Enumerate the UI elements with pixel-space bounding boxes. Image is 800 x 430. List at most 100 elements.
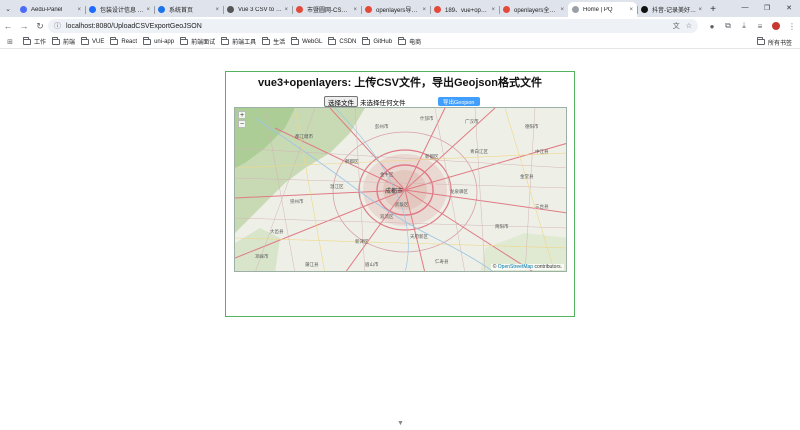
browser-tab[interactable]: 系统首页 × [154, 2, 223, 17]
map-view[interactable]: 成都市 郫都区 新都区 温江区 双流区 龙泉驿区 青白江区 彭州市 都江堰市 崇… [234, 107, 567, 272]
tab-close-icon[interactable]: × [284, 7, 288, 13]
map-label: 大邑县 [270, 228, 284, 235]
tab-title: 市暨圆网-CSDN博客 [307, 8, 351, 14]
maximize-icon[interactable]: ❐ [756, 0, 778, 15]
tab-close-icon[interactable]: × [629, 7, 633, 13]
bookmark-folder[interactable]: 工作 [23, 36, 47, 46]
browser-tab[interactable]: Aedu-Panel × [16, 2, 85, 17]
map-label: 三台县 [535, 203, 549, 210]
download-icon[interactable]: ⤓ [736, 18, 752, 34]
menu-icon[interactable]: ⋮ [784, 18, 800, 34]
folder-icon [328, 36, 337, 45]
bookmark-folder[interactable]: 前端 [52, 36, 75, 46]
browser-tab[interactable]: 市暨圆网-CSDN博客× [292, 2, 361, 17]
bookmark-folder[interactable]: 生活 [262, 36, 285, 46]
zoom-in-button[interactable]: + [238, 111, 246, 119]
page-title: vue3+openlayers: 上传CSV文件，导出Geojson格式文件 [258, 77, 542, 89]
browser-tab[interactable]: openlayers导出CSV...× [361, 2, 430, 17]
apps-grid-icon[interactable]: ⊞ [3, 35, 17, 49]
export-geojson-button[interactable]: 导出Geojson [438, 97, 480, 106]
bookmark-folder[interactable]: 电商 [398, 36, 421, 46]
bookmark-label: 工作 [34, 40, 47, 46]
extensions-puzzle-icon[interactable]: ⧉ [720, 18, 736, 34]
bookmark-label: 前端面试 [191, 40, 216, 46]
bookmark-label: React [121, 38, 138, 45]
tab-close-icon[interactable]: × [215, 7, 219, 13]
bookmark-folder[interactable]: WebGL [291, 36, 323, 45]
zoom-controls: + − [238, 111, 246, 128]
extension-icon[interactable]: ● [704, 18, 720, 34]
tab-favicon-icon [158, 6, 165, 13]
all-bookmarks-label: 所有书签 [767, 40, 792, 47]
map-label: 都江堰市 [295, 133, 313, 140]
map-label: 郫都区 [345, 158, 359, 165]
profile-avatar[interactable] [772, 22, 780, 30]
all-bookmarks[interactable]: 所有书签 [756, 35, 792, 49]
minimize-icon[interactable]: — [734, 0, 756, 15]
back-icon[interactable]: ← [0, 18, 16, 34]
tab-favicon-icon [434, 6, 441, 13]
folder-icon [23, 36, 31, 45]
file-status-text: 未选择任何文件 [360, 99, 406, 107]
folder-icon [221, 36, 230, 45]
bookmark-folder[interactable]: 前端面试 [180, 36, 216, 46]
zoom-out-button[interactable]: − [238, 120, 246, 128]
tab-close-icon[interactable]: × [146, 7, 150, 13]
site-info-icon[interactable]: ⓘ [54, 21, 61, 31]
tab-favicon-icon [365, 6, 372, 13]
address-bar-actions: 文 ☆ [673, 19, 692, 33]
tab-close-icon[interactable]: × [353, 7, 357, 13]
forward-icon[interactable]: → [16, 18, 32, 34]
browser-tab[interactable]: openlayers全面... × [499, 2, 568, 17]
media-icon[interactable]: ≡ [752, 18, 768, 34]
close-window-icon[interactable]: ✕ [778, 0, 800, 15]
address-bar[interactable]: ⓘ localhost:8080/UploadCSVExportGeoJSON … [48, 19, 698, 33]
bookmarks-bar: ⊞ 工作 前端 VUE React uni-app 前端面试 前端工具 生活 WebGL CSDN… [0, 35, 800, 49]
map-label: 眉山市 [365, 261, 379, 268]
tab-close-icon[interactable]: × [698, 7, 702, 13]
tab-search-icon[interactable]: ⌄ [0, 1, 16, 17]
map-label: 温江区 [330, 183, 344, 190]
map-label: 新津区 [355, 238, 369, 245]
map-attribution: © OpenStreetMap contributors. [490, 264, 564, 270]
url-text[interactable]: localhost:8080/UploadCSVExportGeoJSON [66, 23, 202, 30]
browser-tab[interactable]: 189、vue+openlayers...× [430, 2, 499, 17]
tab-close-icon[interactable]: × [422, 7, 426, 13]
folder-icon [291, 36, 300, 45]
tab-favicon-icon [503, 6, 510, 13]
scroll-down-icon[interactable]: ▼ [397, 420, 404, 427]
attribution-suffix: contributors. [534, 264, 562, 270]
bookmark-label: CSDN [339, 38, 357, 45]
tab-list: Aedu-Panel×包装设计信息 - 飞书云...×系统首页×Vue 3 CS… [16, 0, 706, 17]
folder-icon [262, 36, 271, 45]
browser-tab[interactable]: Home | PQ × [568, 2, 637, 17]
tab-close-icon[interactable]: × [77, 7, 81, 13]
folder-icon [362, 36, 371, 45]
bookmark-folder[interactable]: GitHub [362, 36, 392, 45]
tab-title: Aedu-Panel [31, 6, 63, 13]
translate-icon[interactable]: 文 [673, 21, 680, 31]
bookmark-star-icon[interactable]: ☆ [686, 22, 692, 30]
new-tab-button[interactable]: + [706, 2, 720, 17]
browser-tab[interactable]: 包装设计信息 - 飞书云...× [85, 2, 154, 17]
folder-icon [398, 36, 407, 45]
bookmark-folder[interactable]: React [110, 36, 138, 45]
tab-close-icon[interactable]: × [491, 7, 495, 13]
choose-file-button[interactable]: 选择文件 [324, 96, 358, 107]
bookmark-folder[interactable]: uni-app [143, 36, 174, 45]
map-label: 仁寿县 [435, 258, 449, 265]
tab-title: 系统首页 [169, 8, 194, 14]
bookmark-label: WebGL [302, 38, 323, 45]
app-container: vue3+openlayers: 上传CSV文件，导出Geojson格式文件 选… [225, 71, 575, 317]
osm-link[interactable]: OpenStreetMap [498, 264, 533, 270]
bookmark-folder[interactable]: CSDN [328, 36, 357, 45]
browser-tab[interactable]: 抖音-记录美好生活× [637, 2, 706, 17]
browser-tab[interactable]: Vue 3 CSV to GeoJSON...× [223, 2, 292, 17]
reload-icon[interactable]: ↻ [32, 18, 48, 34]
tab-favicon-icon [296, 6, 303, 13]
map-label: 邛崃市 [255, 253, 269, 260]
tab-title: openlayers导出CSV... [376, 8, 421, 14]
bookmark-folder[interactable]: 前端工具 [221, 36, 256, 46]
tab-close-icon[interactable]: × [560, 7, 564, 13]
bookmark-folder[interactable]: VUE [81, 36, 104, 45]
